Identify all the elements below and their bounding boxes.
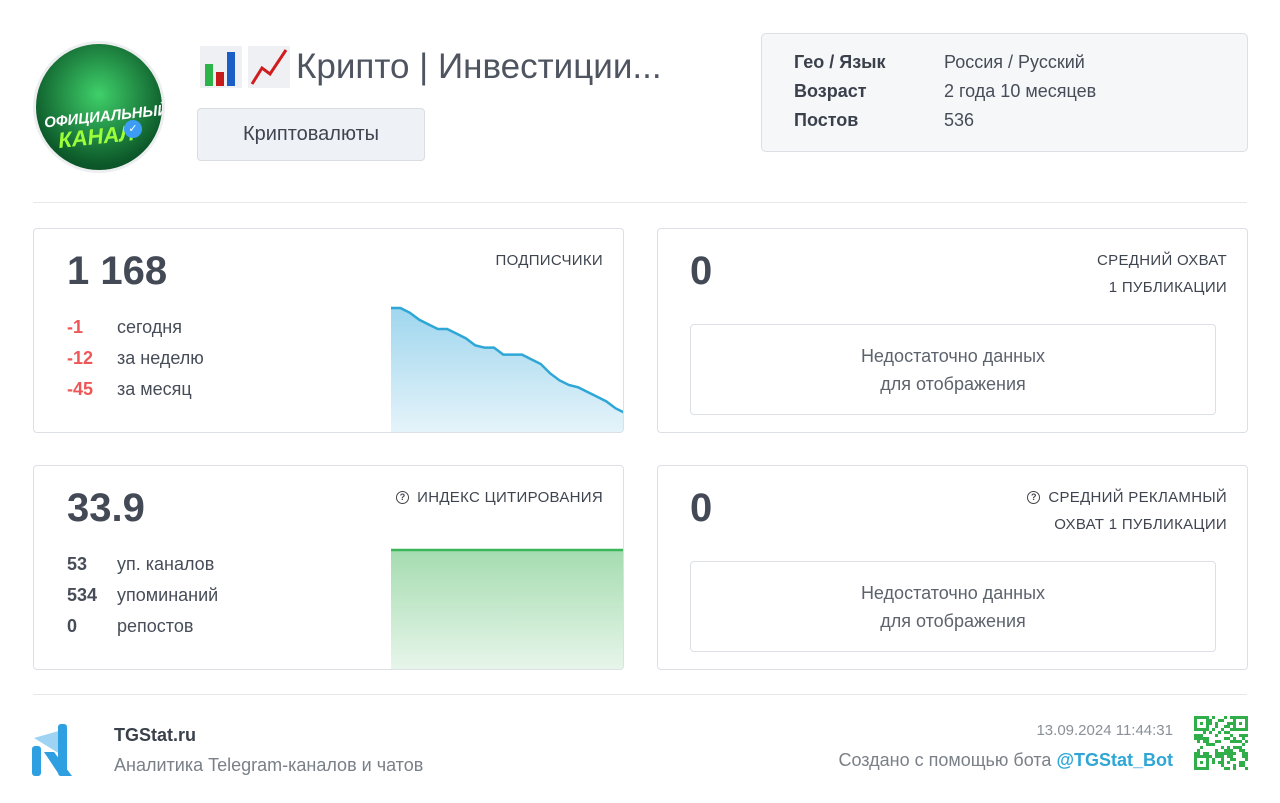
tgstat-logo-icon — [32, 724, 72, 776]
category-button[interactable]: Криптовалюты — [197, 108, 425, 161]
chart-increasing-icon — [248, 46, 290, 88]
stat-value: -12 — [67, 348, 94, 368]
created-by-text: Создано с помощью бота — [838, 750, 1052, 770]
avg-reach-card: 0 СРЕДНИЙ ОХВАТ 1 ПУБЛИКАЦИИ Недостаточно… — [657, 228, 1248, 433]
avg-reach-label: СРЕДНИЙ ОХВАТ — [1097, 252, 1227, 269]
ad-reach-label: СРЕДНИЙ РЕКЛАМНЫЙ — [1048, 489, 1227, 506]
stat-label: за месяц — [117, 379, 192, 399]
citation-chart — [391, 548, 623, 669]
ad-reach-card: 0 ? СРЕДНИЙ РЕКЛАМНЫЙ ОХВАТ 1 ПУБЛИКАЦИИ Н… — [657, 465, 1248, 670]
avg-reach-value: 0 — [690, 249, 713, 293]
divider — [33, 202, 1247, 203]
bot-link[interactable]: @TGStat_Bot — [1056, 750, 1173, 770]
stat-value: -1 — [67, 317, 84, 337]
no-data-text: Недостаточно данных — [860, 346, 1046, 366]
stat-label: уп. каналов — [117, 554, 215, 574]
citation-card: 33.9 ? ИНДЕКС ЦИТИРОВАНИЯ 53 уп. каналов 5… — [33, 465, 624, 670]
info-row-posts: Постов 536 — [794, 110, 1215, 139]
citation-index-value: 33.9 — [67, 486, 145, 530]
no-data-text: для отображения — [880, 611, 1026, 631]
no-data-box: Недостаточно данных для отображения — [690, 324, 1216, 415]
channel-info-panel: Гео / Язык Россия / Русский Возраст 2 года… — [761, 33, 1248, 152]
avg-reach-label: 1 ПУБЛИКАЦИИ — [1108, 279, 1227, 296]
no-data-text: Недостаточно данных — [860, 583, 1046, 603]
brand-tagline: Аналитика Telegram-каналов и чатов — [114, 755, 424, 775]
channel-title: Крипто | Инвестиции... — [200, 46, 662, 88]
no-data-text: для отображения — [880, 374, 1026, 394]
stat-value: 53 — [67, 554, 88, 574]
info-value: Россия / Русский — [944, 52, 1085, 72]
info-key: Постов — [794, 110, 859, 130]
citation-stats: 53 уп. каналов 534 упоминаний 0 репостов — [67, 554, 218, 647]
info-row-age: Возраст 2 года 10 месяцев — [794, 81, 1215, 110]
verified-icon: ✓ — [124, 120, 142, 138]
stat-value: -45 — [67, 379, 94, 399]
stat-label: сегодня — [117, 317, 182, 337]
subscribers-chart — [391, 306, 623, 432]
stat-label: репостов — [117, 616, 194, 636]
subscribers-trend-area — [391, 308, 623, 432]
created-by: Создано с помощью бота @TGStat_Bot — [838, 750, 1173, 771]
ad-reach-label: ОХВАТ 1 ПУБЛИКАЦИИ — [1054, 516, 1227, 533]
qr-code-icon[interactable] — [1194, 716, 1248, 770]
channel-title-text: Крипто | Инвестиции... — [296, 47, 662, 86]
bar-chart-icon — [200, 46, 242, 88]
no-data-box: Недостаточно данных для отображения — [690, 561, 1216, 652]
timestamp: 13.09.2024 11:44:31 — [1036, 722, 1173, 739]
citation-trend-area — [391, 550, 623, 669]
help-icon[interactable]: ? — [1027, 491, 1041, 504]
channel-avatar: ОФИЦИАЛЬНЫЙ КАНАЛ ✓ — [33, 41, 165, 173]
brand-name[interactable]: TGStat.ru — [114, 725, 196, 746]
stat-label: за неделю — [117, 348, 204, 368]
subscribers-count: 1 168 — [67, 249, 168, 293]
stat-value: 534 — [67, 585, 98, 605]
stat-value: 0 — [67, 616, 78, 636]
info-key: Возраст — [794, 81, 867, 101]
info-value: 536 — [944, 110, 975, 130]
info-value: 2 года 10 месяцев — [944, 81, 1097, 101]
info-key: Гео / Язык — [794, 52, 886, 72]
subscribers-stats: -1 сегодня -12 за неделю -45 за месяц — [67, 317, 204, 410]
stat-label: упоминаний — [117, 585, 219, 605]
ad-reach-value: 0 — [690, 486, 713, 530]
info-row-geo: Гео / Язык Россия / Русский — [794, 52, 1215, 81]
subscribers-card: 1 168 ПОДПИСЧИКИ -1 сегодня -12 за неделю … — [33, 228, 624, 433]
divider — [33, 694, 1247, 695]
